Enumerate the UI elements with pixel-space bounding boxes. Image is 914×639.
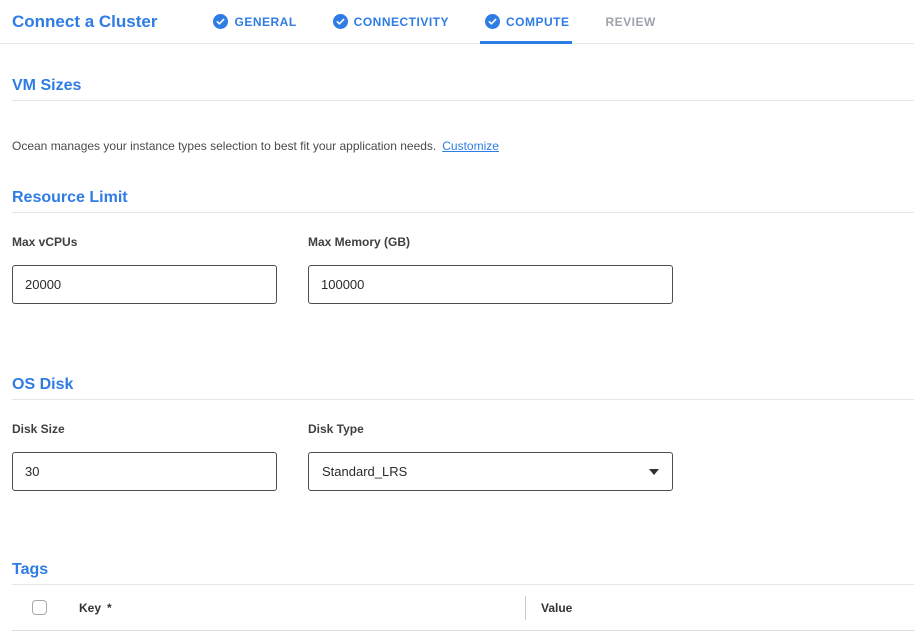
tab-general-label: GENERAL (234, 15, 296, 29)
max-vcpus-field: Max vCPUs (12, 235, 277, 304)
wizard-steps: GENERAL CONNECTIVITY COMPUTE REVIEW (213, 0, 655, 43)
tags-value-column-header: Value (541, 601, 572, 615)
tab-connectivity[interactable]: CONNECTIVITY (333, 0, 449, 43)
vm-sizes-description-row: Ocean manages your instance types select… (12, 139, 914, 154)
max-memory-field: Max Memory (GB) (308, 235, 673, 304)
max-memory-input[interactable] (308, 265, 673, 304)
vm-sizes-heading: VM Sizes (12, 77, 914, 101)
disk-size-input[interactable] (12, 452, 277, 491)
disk-size-field: Disk Size (12, 422, 277, 491)
tab-review-label: REVIEW (606, 15, 656, 29)
check-circle-icon (213, 14, 228, 29)
required-asterisk: * (107, 601, 112, 615)
caret-down-icon (649, 469, 659, 475)
disk-type-label: Disk Type (308, 422, 673, 436)
column-divider (525, 596, 526, 620)
tags-key-column-header: Key * (79, 601, 525, 615)
tab-compute-label: COMPUTE (506, 15, 570, 29)
compute-step-content: VM Sizes Ocean manages your instance typ… (12, 77, 914, 631)
max-memory-label: Max Memory (GB) (308, 235, 673, 249)
check-circle-icon (485, 14, 500, 29)
select-all-checkbox[interactable] (32, 600, 47, 615)
max-vcpus-label: Max vCPUs (12, 235, 277, 249)
tags-heading: Tags (12, 561, 914, 585)
tags-section: Tags Key * Value (12, 561, 914, 631)
os-disk-section: OS Disk Disk Size Disk Type Standard_LRS (12, 376, 914, 491)
max-vcpus-input[interactable] (12, 265, 277, 304)
tab-compute[interactable]: COMPUTE (485, 0, 570, 43)
disk-size-label: Disk Size (12, 422, 277, 436)
disk-type-selected-value: Standard_LRS (322, 464, 407, 479)
vm-sizes-section: VM Sizes Ocean manages your instance typ… (12, 77, 914, 154)
os-disk-heading: OS Disk (12, 376, 914, 400)
connect-cluster-page: Connect a Cluster GENERAL CONNECTIVITY C… (0, 0, 914, 639)
os-disk-fields: Disk Size Disk Type Standard_LRS (12, 422, 914, 491)
page-title: Connect a Cluster (12, 12, 157, 32)
wizard-header: Connect a Cluster GENERAL CONNECTIVITY C… (0, 0, 914, 44)
disk-type-field: Disk Type Standard_LRS (308, 422, 673, 491)
check-circle-icon (333, 14, 348, 29)
vm-sizes-description: Ocean manages your instance types select… (12, 139, 436, 153)
tab-general[interactable]: GENERAL (213, 0, 296, 43)
tab-review[interactable]: REVIEW (606, 0, 656, 43)
tags-key-label: Key (79, 601, 101, 615)
resource-limit-section: Resource Limit Max vCPUs Max Memory (GB) (12, 189, 914, 304)
disk-type-select[interactable]: Standard_LRS (308, 452, 673, 491)
customize-link[interactable]: Customize (442, 139, 499, 153)
tab-connectivity-label: CONNECTIVITY (354, 15, 449, 29)
resource-limit-fields: Max vCPUs Max Memory (GB) (12, 235, 914, 304)
resource-limit-heading: Resource Limit (12, 189, 914, 213)
tags-table-header: Key * Value (12, 585, 914, 631)
